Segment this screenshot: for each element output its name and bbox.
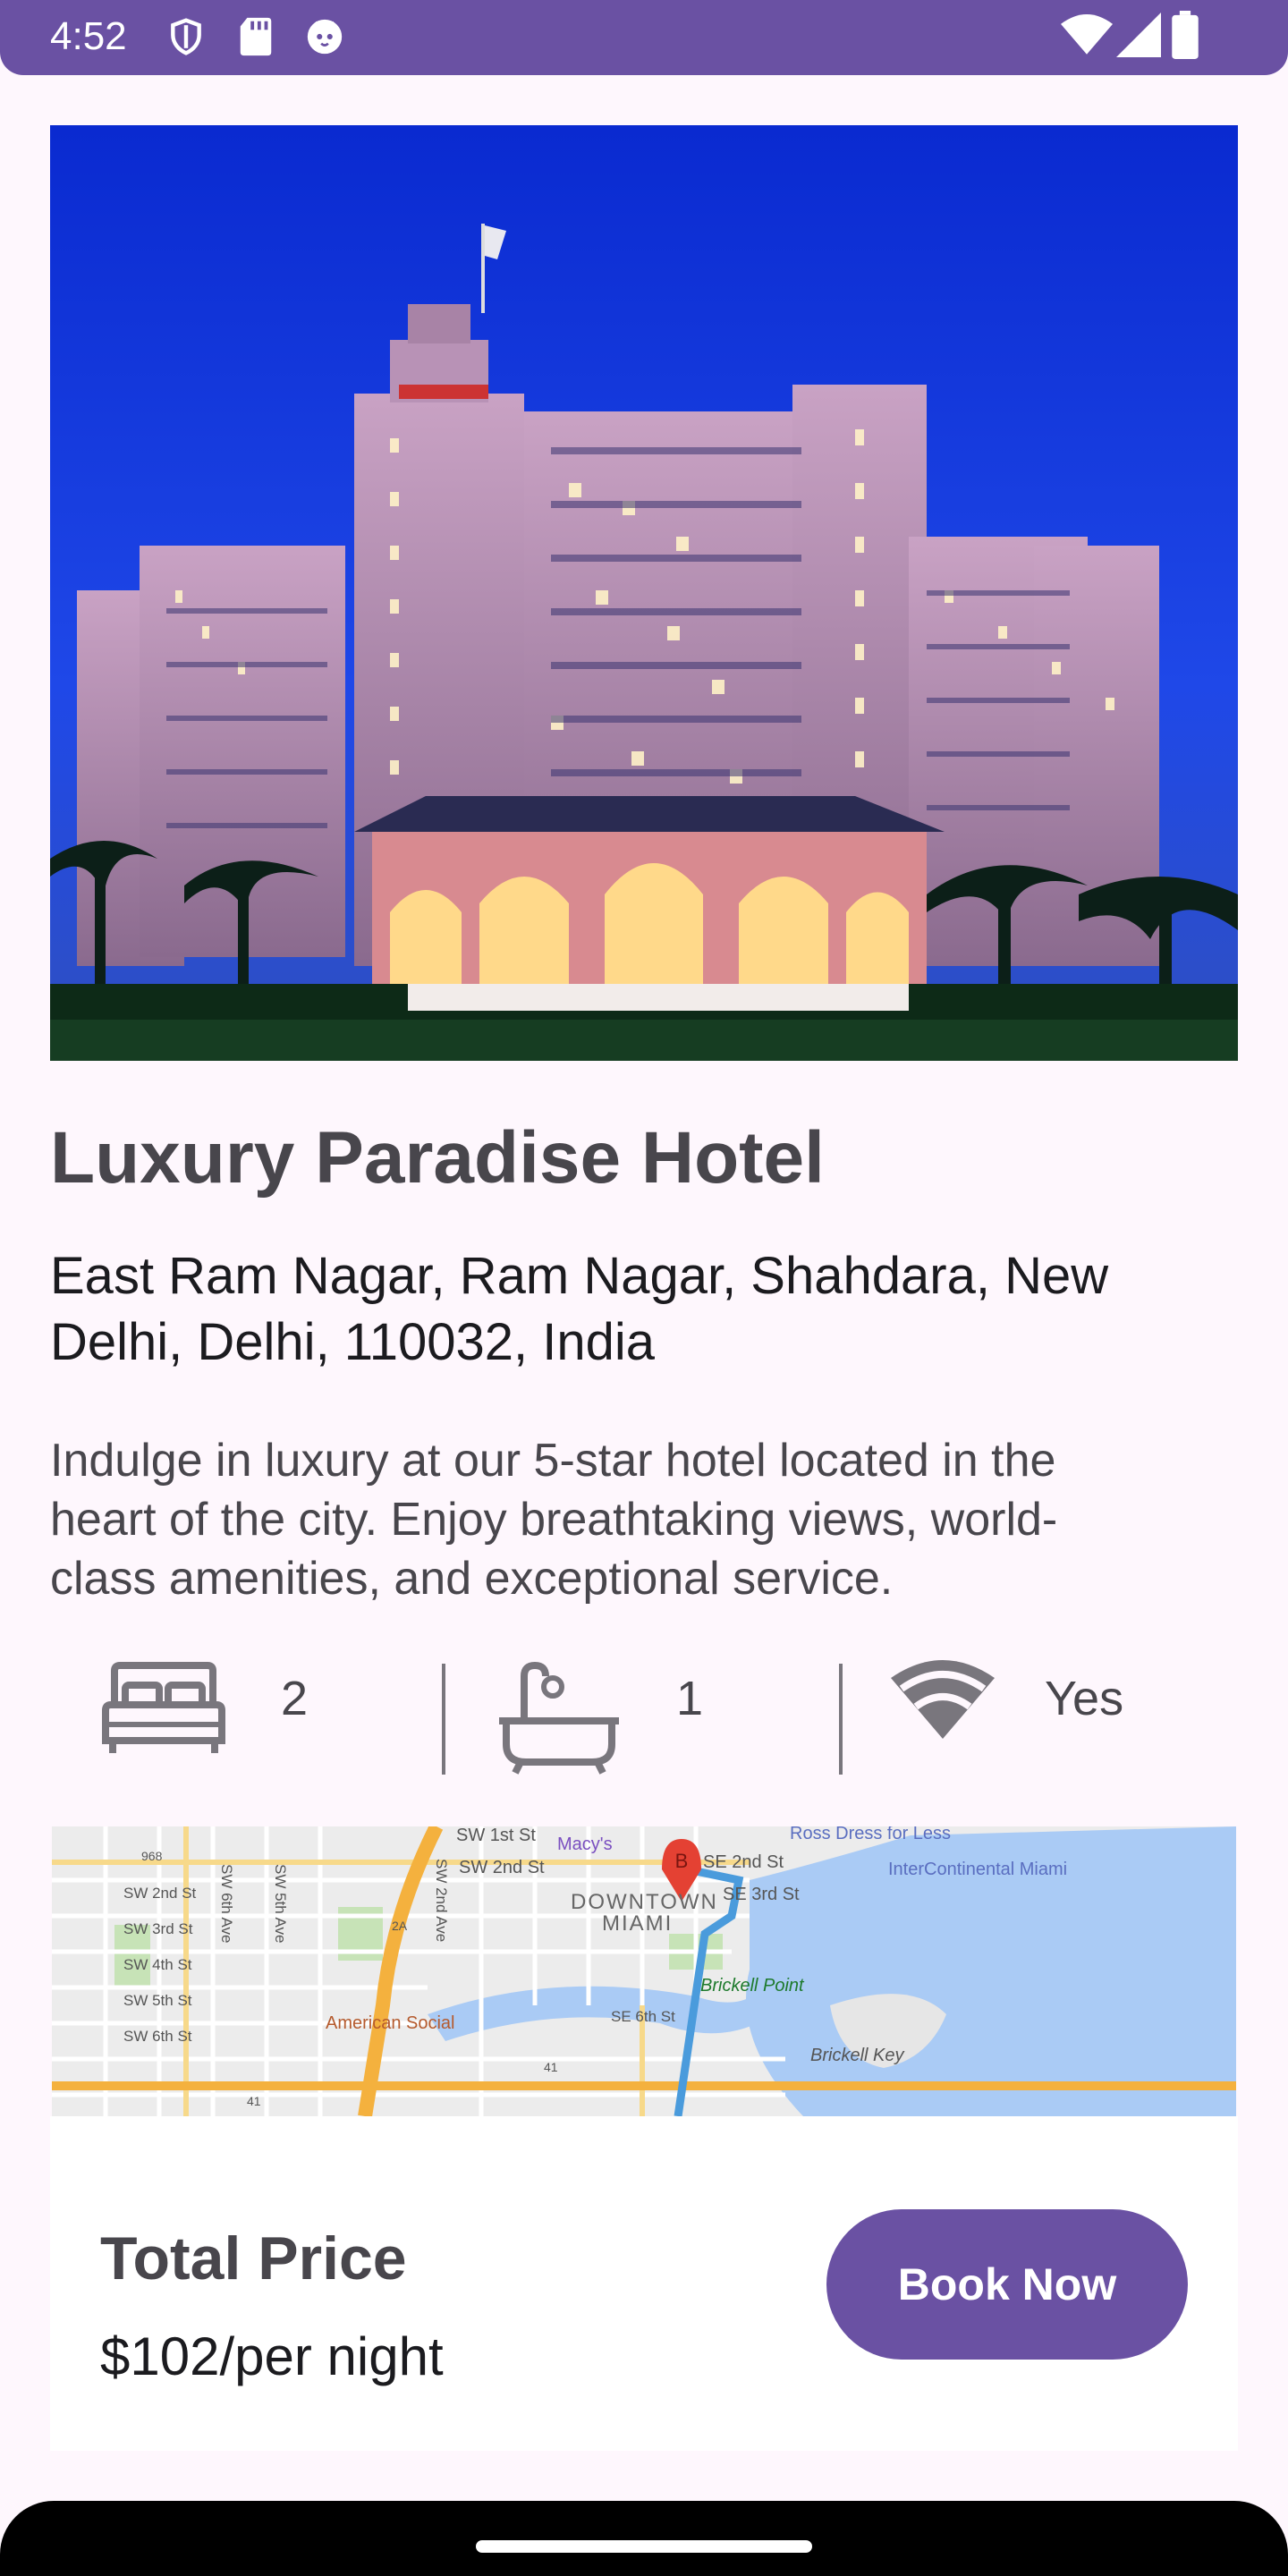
map-label: SW 4th St [123, 1956, 192, 1973]
book-now-button[interactable]: Book Now [826, 2209, 1188, 2360]
cat-face-icon [304, 16, 345, 62]
hotel-description: Indulge in luxury at our 5-star hotel lo… [50, 1435, 1058, 1605]
status-bar: 4:52 [0, 0, 1288, 75]
map-label: Brickell Point [700, 1976, 805, 1996]
hotel-address: East Ram Nagar, Ram Nagar, Shahdara, New… [50, 1247, 1109, 1371]
wifi-icon [891, 1660, 995, 1745]
map-label: 41 [544, 2060, 558, 2074]
map-label: SW 6th St [123, 2028, 192, 2045]
wifi-icon [1061, 13, 1113, 62]
map-label: 2A [392, 1919, 408, 1933]
total-price-label: Total Price [100, 2224, 407, 2292]
bed-icon [98, 1660, 229, 1763]
map-label: MIAMI [602, 1911, 673, 1936]
bedroom-count: 2 [281, 1672, 309, 1725]
map-label: SW 6th Ave [218, 1864, 235, 1944]
booking-card: Total Price $102/per night Book Now [50, 2116, 1238, 2451]
bathroom-count: 1 [676, 1672, 704, 1725]
navigation-bar [0, 2501, 1288, 2576]
map-label: Ross Dress for Less [790, 1826, 951, 1843]
map-label: Brickell Key [810, 2046, 904, 2065]
hotel-photo [50, 125, 1238, 1061]
map-label: 968 [141, 1849, 163, 1863]
map-label: 41 [247, 2094, 261, 2108]
map-label: Macy's [557, 1835, 613, 1854]
sd-card-icon [238, 16, 274, 62]
amenity-divider [442, 1664, 445, 1775]
battery-icon [1172, 11, 1199, 64]
map-label: DOWNTOWN [571, 1890, 718, 1914]
map-label: SW 5th St [123, 1992, 192, 2009]
map-label: SW 2nd St [123, 1885, 197, 1902]
status-time: 4:52 [50, 14, 127, 58]
map-label: SE 6th St [611, 2008, 675, 2025]
map-label: SE 3rd St [723, 1885, 800, 1904]
amenity-divider [839, 1664, 843, 1775]
shield-icon [166, 16, 206, 62]
map-label: American Social [326, 2013, 455, 2033]
bathtub-icon [494, 1660, 624, 1781]
map-label: SW 2nd St [459, 1858, 545, 1877]
home-gesture-handle[interactable] [476, 2540, 812, 2553]
wifi-availability: Yes [1045, 1672, 1124, 1725]
map-label: SW 2nd Ave [433, 1859, 450, 1942]
price-per-night: $102/per night [100, 2326, 444, 2386]
map-label: SE 2nd St [703, 1852, 784, 1872]
map-label: SW 1st St [456, 1826, 536, 1845]
location-map[interactable]: B SW 1st St SW 2nd St Macy's Ross Dress … [52, 1826, 1236, 2116]
map-label: SW 5th Ave [272, 1864, 289, 1944]
map-label: SW 3rd St [123, 1920, 193, 1937]
map-marker-label: B [675, 1850, 689, 1872]
map-label: InterContinental Miami [888, 1860, 1067, 1879]
hotel-name: Luxury Paradise Hotel [50, 1117, 825, 1199]
cellular-signal-icon [1116, 13, 1161, 62]
